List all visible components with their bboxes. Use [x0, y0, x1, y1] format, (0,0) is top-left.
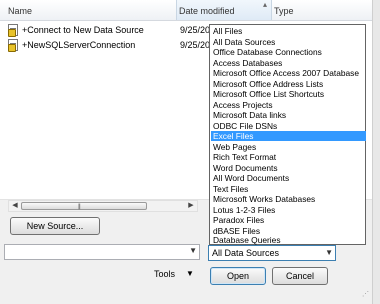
dropdown-option[interactable]: Word Documents: [211, 163, 366, 173]
dropdown-option[interactable]: ODBC File DSNs: [211, 121, 366, 131]
dropdown-option[interactable]: Microsoft Data links: [211, 110, 366, 120]
dropdown-option[interactable]: All Word Documents: [211, 173, 366, 183]
scroll-left-icon[interactable]: ◀: [9, 201, 21, 211]
dropdown-option[interactable]: Database Queries: [211, 235, 366, 245]
data-source-file-icon: [8, 24, 18, 37]
cancel-button[interactable]: Cancel: [272, 267, 328, 285]
file-type-dropdown-list: All Files All Data Sources Office Databa…: [209, 24, 366, 245]
chevron-down-icon[interactable]: ▼: [186, 269, 194, 278]
dropdown-option[interactable]: Access Projects: [211, 100, 366, 110]
grip-icon: |||: [78, 204, 81, 210]
resize-grip-icon[interactable]: ⋰: [362, 290, 369, 298]
dropdown-option[interactable]: Rich Text Format: [211, 152, 366, 162]
chevron-down-icon[interactable]: ▼: [189, 246, 197, 255]
dropdown-option[interactable]: Web Pages: [211, 142, 366, 152]
file-name: +Connect to New Data Source: [22, 25, 144, 35]
dropdown-option[interactable]: All Data Sources: [211, 37, 366, 47]
chevron-down-icon[interactable]: ▼: [325, 246, 333, 260]
dropdown-option[interactable]: Microsoft Office Address Lists: [211, 79, 366, 89]
dropdown-option[interactable]: Microsoft Office Access 2007 Database: [211, 68, 366, 78]
new-source-button[interactable]: New Source...: [10, 217, 100, 235]
file-date: 9/25/20: [180, 25, 211, 35]
column-type-header[interactable]: Type: [274, 0, 334, 20]
dropdown-option-highlighted[interactable]: Excel Files: [211, 131, 366, 141]
dropdown-option[interactable]: Lotus 1-2-3 Files: [211, 205, 366, 215]
column-name-header[interactable]: Name: [8, 0, 168, 20]
column-date-modified-label: Date modified: [179, 6, 235, 16]
dropdown-option[interactable]: Office Database Connections: [211, 47, 366, 57]
dropdown-option[interactable]: Microsoft Office List Shortcuts: [211, 89, 366, 99]
sort-arrow-icon: ▴: [262, 0, 267, 9]
column-header-bar: Name Date modified ▴ Type: [0, 0, 372, 21]
column-date-modified-header[interactable]: Date modified ▴: [176, 0, 272, 20]
file-name: +NewSQLServerConnection: [22, 40, 136, 50]
open-button[interactable]: Open: [210, 267, 266, 285]
file-name-combo[interactable]: ▼: [4, 244, 200, 260]
dropdown-option[interactable]: Microsoft Works Databases: [211, 194, 366, 204]
file-type-filter-select[interactable]: All Data Sources ▼: [208, 245, 336, 261]
scroll-thumb[interactable]: |||: [21, 202, 147, 210]
dropdown-option[interactable]: Paradox Files: [211, 215, 366, 225]
tools-menu-button[interactable]: Tools: [154, 269, 175, 279]
filter-selected-value: All Data Sources: [212, 248, 280, 258]
window-edge: [372, 0, 380, 304]
dropdown-option[interactable]: Access Databases: [211, 58, 366, 68]
data-source-file-icon: [8, 39, 18, 52]
scroll-right-icon[interactable]: ▶: [185, 201, 197, 211]
dropdown-option[interactable]: Text Files: [211, 184, 366, 194]
dropdown-option[interactable]: All Files: [211, 26, 366, 36]
file-date: 9/25/20: [180, 40, 211, 50]
dropdown-option[interactable]: dBASE Files: [211, 226, 366, 236]
horizontal-scrollbar[interactable]: ◀ ||| ▶: [8, 200, 198, 212]
